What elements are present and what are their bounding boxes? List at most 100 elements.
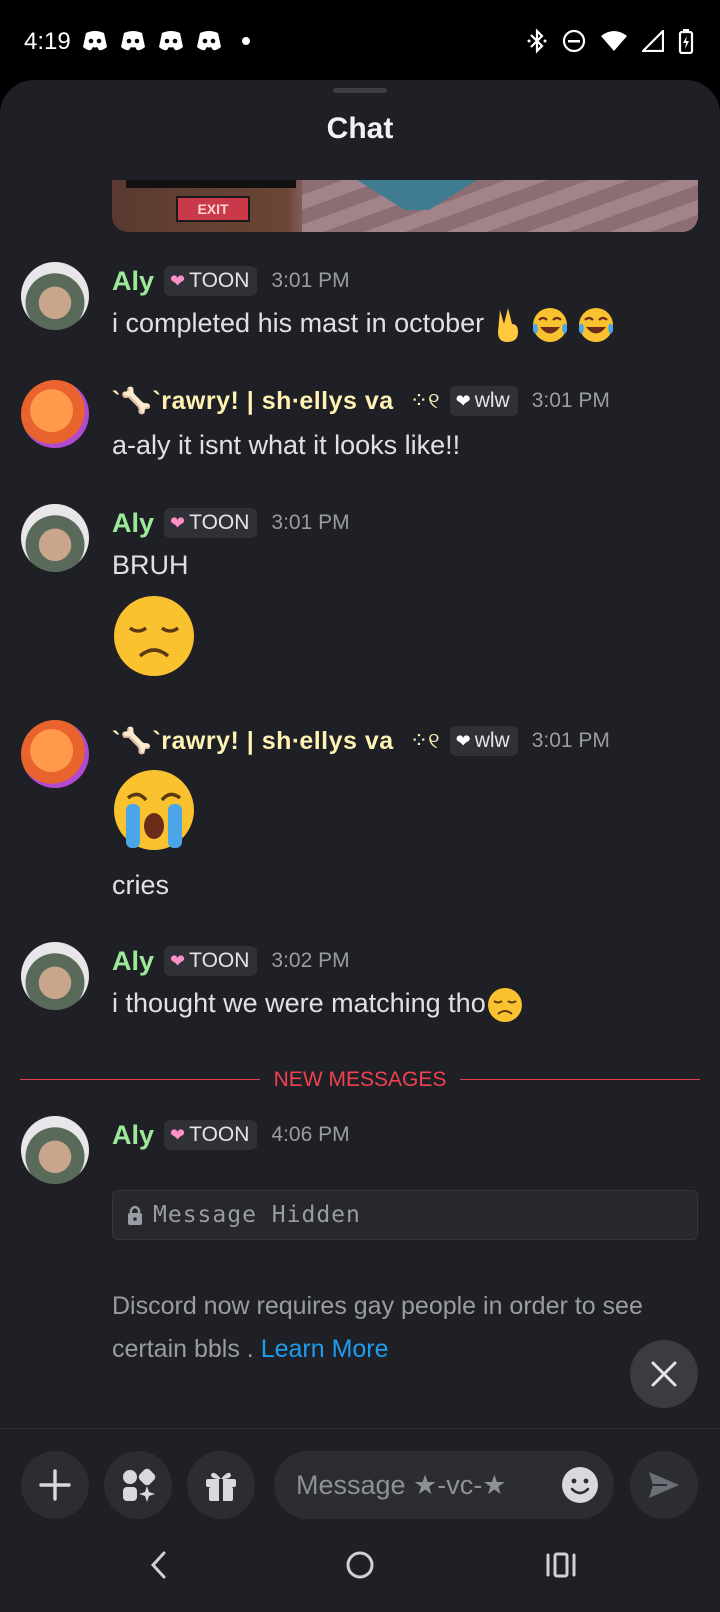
apps-button[interactable]	[104, 1451, 172, 1519]
author-name[interactable]: Aly	[112, 266, 154, 297]
author-name[interactable]: Aly	[112, 1120, 154, 1151]
message-header: Aly ❤ TOON 4:06 PM	[112, 1118, 350, 1152]
message-input-placeholder: Message ★-vc-★	[296, 1470, 507, 1500]
message-header: Aly ❤ TOON 3:02 PM	[112, 944, 350, 978]
heart-icon: ❤	[170, 950, 186, 971]
author-name[interactable]: `🦴`rawry! | sh∙ellys va	[112, 387, 394, 416]
heart-icon: ❤	[455, 390, 471, 411]
new-messages-divider: NEW MESSAGES	[20, 1068, 700, 1092]
timestamp: 3:01 PM	[271, 269, 350, 292]
heart-icon: ❤	[455, 730, 471, 751]
heart-icon: ❤	[170, 270, 186, 291]
message-header: Aly ❤ TOON 3:01 PM	[112, 264, 350, 298]
timestamp: 3:02 PM	[271, 949, 350, 972]
timestamp: 3:01 PM	[531, 389, 610, 412]
author-name[interactable]: `🦴`rawry! | sh∙ellys va	[112, 727, 394, 756]
message-header: `🦴`rawry! | sh∙ellys va ⁘୧ ❤ wlw 3:01 PM	[112, 384, 610, 418]
hidden-message-text: Message Hidden	[153, 1202, 361, 1228]
message-text: BRUH	[112, 550, 189, 580]
home-icon	[346, 1551, 374, 1579]
author-name[interactable]: Aly	[112, 946, 154, 977]
avatar[interactable]	[21, 720, 89, 788]
message-header: Aly ❤ TOON 3:01 PM	[112, 506, 350, 540]
role-tag-label: TOON	[189, 511, 250, 534]
recents-icon	[546, 1552, 576, 1578]
exit-sign: EXIT	[176, 196, 250, 222]
send-button[interactable]	[630, 1451, 698, 1519]
decoration-glyph: ⁘୧	[409, 388, 440, 414]
learn-more-link[interactable]: Learn More	[261, 1335, 389, 1363]
sheet-grabber[interactable]	[333, 88, 387, 93]
back-button[interactable]	[134, 1540, 184, 1590]
message-text: i thought we were matching tho	[112, 986, 524, 1024]
role-tag[interactable]: ❤ wlw	[449, 726, 518, 756]
joy-emoji-icon	[533, 308, 568, 342]
author-name[interactable]: Aly	[112, 508, 154, 539]
role-tag[interactable]: ❤ TOON	[164, 508, 258, 538]
signal-icon	[642, 30, 664, 52]
role-tag[interactable]: ❤ TOON	[164, 266, 258, 296]
message-input[interactable]: Message ★-vc-★	[274, 1451, 614, 1519]
hidden-message-box[interactable]: Message Hidden	[112, 1190, 698, 1240]
discord-icon	[159, 31, 183, 51]
role-tag-label: TOON	[189, 269, 250, 292]
role-tag-label: TOON	[189, 949, 250, 972]
avatar[interactable]	[21, 380, 89, 448]
role-tag-label: wlw	[474, 729, 510, 752]
emoji-icon[interactable]	[560, 1465, 600, 1505]
heart-icon: ❤	[170, 1124, 186, 1145]
message-composer: Message ★-vc-★	[0, 1428, 720, 1520]
gift-button[interactable]	[187, 1451, 255, 1519]
more-notifications-dot	[242, 37, 250, 45]
plus-icon	[39, 1469, 71, 1501]
back-icon	[150, 1551, 166, 1579]
notification-icons	[82, 30, 250, 52]
role-tag-label: TOON	[189, 1123, 250, 1146]
heart-icon: ❤	[170, 512, 186, 533]
discord-icon	[197, 31, 221, 51]
add-attachment-button[interactable]	[21, 1451, 89, 1519]
wifi-icon	[601, 31, 627, 51]
new-messages-label: NEW MESSAGES	[261, 1068, 459, 1091]
image-attachment[interactable]: EXIT	[112, 180, 698, 232]
send-icon	[649, 1472, 679, 1498]
page-title: Chat	[326, 112, 394, 145]
role-tag[interactable]: ❤ wlw	[449, 386, 518, 416]
system-notice: Discord now requires gay people in order…	[112, 1285, 702, 1371]
home-button[interactable]	[335, 1540, 385, 1590]
message-header: `🦴`rawry! | sh∙ellys va ⁘୧ ❤ wlw 3:01 PM	[112, 724, 610, 758]
avatar[interactable]	[21, 1116, 89, 1184]
avatar[interactable]	[21, 262, 89, 330]
timestamp: 3:01 PM	[271, 511, 350, 534]
message-text: a-aly it isnt what it looks like!!	[112, 430, 461, 460]
close-icon	[651, 1361, 677, 1387]
message-text: i completed his mast in october	[112, 306, 615, 344]
disappointed-emoji-icon	[487, 988, 522, 1022]
message-body: i thought we were matching tho	[112, 988, 486, 1019]
victory-hand-emoji-icon	[497, 308, 518, 342]
role-tag[interactable]: ❤ TOON	[164, 1120, 258, 1150]
status-bar: 4:19	[0, 0, 720, 84]
close-notice-button[interactable]	[630, 1340, 698, 1408]
apps-icon	[123, 1468, 156, 1502]
bluetooth-icon	[527, 28, 547, 54]
lock-icon	[128, 1205, 142, 1225]
joy-emoji-icon	[578, 308, 613, 342]
dnd-icon	[562, 29, 586, 53]
battery-icon	[678, 29, 694, 54]
avatar[interactable]	[21, 504, 89, 572]
system-icons	[526, 28, 694, 54]
timestamp: 3:01 PM	[531, 729, 610, 752]
recents-button[interactable]	[536, 1540, 586, 1590]
disappointed-emoji-icon	[114, 596, 194, 676]
avatar[interactable]	[21, 942, 89, 1010]
system-nav-bar	[0, 1520, 720, 1612]
loudly-crying-emoji-icon	[114, 770, 194, 850]
discord-icon	[121, 31, 145, 51]
role-tag[interactable]: ❤ TOON	[164, 946, 258, 976]
message-text: cries	[112, 870, 170, 900]
chat-sheet: Chat EXIT Aly ❤ TOON 3:01 PM i completed …	[0, 80, 720, 1520]
role-tag-label: wlw	[474, 389, 510, 412]
status-time: 4:19	[24, 28, 71, 55]
decoration-glyph: ⁘୧	[409, 728, 440, 754]
